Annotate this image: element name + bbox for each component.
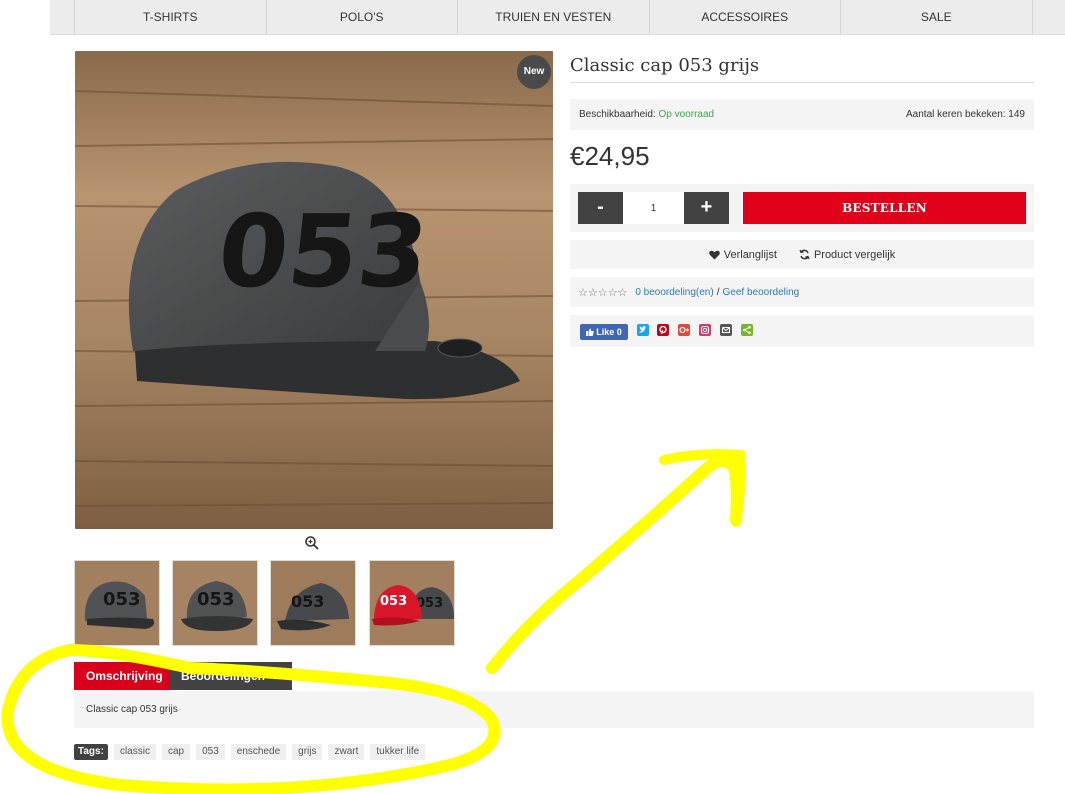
heart-icon [708,250,720,259]
refresh-icon [799,249,810,260]
cap-053-embroidery: 053 [213,193,434,310]
compare-link[interactable]: Product vergelijk [799,249,895,261]
nav-item-polos[interactable]: POLO'S [267,0,458,35]
view-count: Aantal keren bekeken: 149 [906,109,1025,120]
thumbnail-4[interactable]: 053 053 [369,560,455,646]
main-navigation: T-SHIRTS POLO'S TRUIEN EN VESTEN ACCESSO… [50,0,1065,35]
zoom-icon[interactable] [304,535,320,551]
availability-bar: Beschikbaarheid: Op voorraad Aantal kere… [570,99,1034,130]
wishlist-compare-bar: Verlanglijst Product vergelijk [570,240,1034,269]
thumbnail-2[interactable]: 053 [172,560,258,646]
availability-value: Op voorraad [658,109,715,120]
nav-item-accessoires[interactable]: ACCESSOIRES [650,0,841,35]
tags-label: Tags: [74,744,108,760]
reviews-count-link[interactable]: 0 beoordeling(en) [635,287,713,298]
rating-stars: ☆☆☆☆☆ [578,286,628,299]
thumbnail-1[interactable]: 053 [74,560,160,646]
availability-label: Beschikbaarheid: [579,109,656,120]
google-plus-icon[interactable] [678,324,690,336]
thumb-4-text-red: 053 [380,594,407,609]
new-badge: New [517,55,551,89]
tag-list: Tags: classic cap 053 enschede grijs zwa… [74,744,426,760]
review-bar: ☆☆☆☆☆ 0 beoordeling(en) / Geef beoordeli… [570,277,1034,307]
availability: Beschikbaarheid: Op voorraad [579,109,714,120]
tab-description[interactable]: Omschrijving [74,662,169,690]
nav-item-tshirts[interactable]: T-SHIRTS [75,0,267,35]
thumbnail-3[interactable]: 053 [270,560,356,646]
tag-053[interactable]: 053 [196,744,225,760]
instagram-icon[interactable] [699,324,711,336]
tag-classic[interactable]: classic [113,744,156,760]
thumbs-up-icon [586,328,595,336]
nav-end [1033,0,1065,34]
share-icon[interactable] [741,324,753,336]
share-bar: Like 0 [570,315,1034,347]
quantity-decrease-button[interactable]: - [578,192,623,224]
nav-item-truien-en-vesten[interactable]: TRUIEN EN VESTEN [458,0,650,35]
nav-spacer [50,0,75,34]
tab-description-content: Classic cap 053 grijs [74,691,1034,728]
give-review-link[interactable]: Geef beoordeling [722,287,799,298]
product-main-image[interactable]: 053 [75,51,553,529]
compare-label: Product vergelijk [813,248,896,261]
product-price: €24,95 [570,141,650,171]
pinterest-icon[interactable] [657,324,669,336]
product-title: Classic cap 053 grijs [570,55,1034,83]
order-button[interactable]: BESTELLEN [743,192,1026,224]
tag-grijs[interactable]: grijs [292,744,323,760]
reviews-separator: / [716,286,720,298]
tag-tukker-life[interactable]: tukker life [370,744,426,760]
quantity-input[interactable] [623,192,684,224]
thumb-1-text: 053 [103,589,141,610]
tab-reviews[interactable]: Beoordelingen (0) [169,662,292,711]
thumb-3-text: 053 [291,592,324,611]
quantity-increase-button[interactable]: + [684,192,729,224]
buy-bar: - + BESTELLEN [570,184,1034,232]
facebook-like-button[interactable]: Like 0 [580,324,628,340]
facebook-like-label: Like 0 [596,327,622,337]
tag-enschede[interactable]: enschede [230,744,287,760]
wishlist-link[interactable]: Verlanglijst [708,248,777,261]
twitter-icon[interactable] [637,324,649,336]
tag-cap[interactable]: cap [161,744,191,760]
nav-item-sale[interactable]: SALE [841,0,1033,35]
email-icon[interactable] [720,324,732,336]
thumb-2-text: 053 [197,589,235,610]
tag-zwart[interactable]: zwart [328,744,365,760]
wishlist-label: Verlanglijst [723,248,777,261]
